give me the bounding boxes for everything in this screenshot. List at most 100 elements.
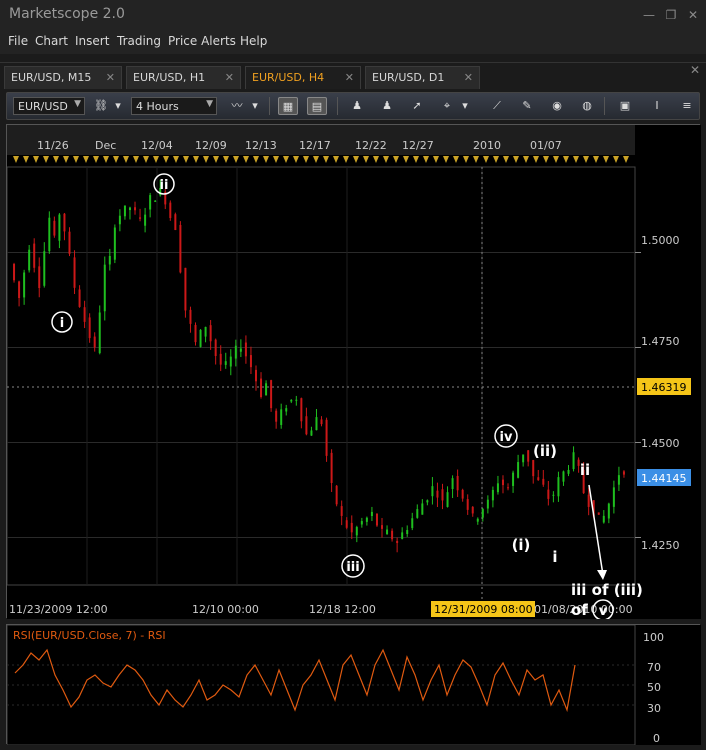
candle-body xyxy=(496,483,499,493)
cursor-icon[interactable]: ➚ xyxy=(407,97,427,115)
close-tab-icon[interactable]: ✕ xyxy=(225,71,234,84)
wave-label: i xyxy=(60,316,64,331)
wave-label: ii xyxy=(160,178,169,193)
candle-body xyxy=(224,361,227,365)
tab-eurusd-d1[interactable]: EUR/USD, D1 ✕ xyxy=(365,66,480,89)
chevron-down-icon[interactable]: ▾ xyxy=(459,97,471,115)
eye-icon[interactable]: ◉ xyxy=(547,97,567,115)
globe-icon[interactable]: ◍ xyxy=(577,97,597,115)
chevron-down-icon[interactable]: ▾ xyxy=(249,97,261,115)
indicator-toggle-icon[interactable]: ▤ xyxy=(307,97,327,115)
candle-body xyxy=(189,309,192,324)
candle-body xyxy=(134,207,137,211)
menu-price-alerts[interactable]: Price Alerts xyxy=(168,34,236,48)
close-tab-icon[interactable]: ✕ xyxy=(345,71,354,84)
close-icon[interactable]: ✕ xyxy=(686,8,700,22)
candle-body xyxy=(219,353,222,365)
rsi-tick-label: 100 xyxy=(643,631,664,644)
candle-body xyxy=(270,380,273,409)
last-price-label: 1.44145 xyxy=(641,472,687,485)
candle-body xyxy=(128,207,131,211)
grid-toggle-icon[interactable]: ▦ xyxy=(278,97,298,115)
price-chart-panel[interactable]: 11/26 Dec 12/04 12/09 12/13 12/17 12/22 … xyxy=(6,124,701,621)
candle-body xyxy=(401,532,404,539)
candle-body xyxy=(149,195,152,210)
restore-icon[interactable]: ❐ xyxy=(664,8,678,22)
tab-label: EUR/USD, D1 xyxy=(372,71,445,84)
candle-body xyxy=(103,264,106,312)
candle-body xyxy=(517,462,520,478)
candle-body xyxy=(386,529,389,535)
candle-body xyxy=(295,399,298,401)
menu-insert[interactable]: Insert xyxy=(75,34,109,48)
candle-body xyxy=(557,477,560,497)
wave-label: of xyxy=(571,601,588,619)
candle-body xyxy=(260,378,263,398)
line-tool-icon[interactable]: ⟋ xyxy=(487,97,507,115)
symbol-select[interactable]: EUR/USD ▼ xyxy=(13,97,85,115)
candle-body xyxy=(491,489,494,501)
menu-trading[interactable]: Trading xyxy=(117,34,161,48)
top-date-label: 12/22 xyxy=(355,139,387,152)
top-date-label: 2010 xyxy=(473,139,501,152)
candle-body xyxy=(93,336,96,348)
candle-body xyxy=(527,450,530,462)
wave-label: iii xyxy=(346,560,359,575)
candle-body xyxy=(244,342,247,357)
text-tool-icon[interactable]: I xyxy=(647,97,667,115)
crosshair-icon[interactable]: ⌖ xyxy=(437,97,457,115)
candle-body xyxy=(547,489,550,499)
chevron-down-icon[interactable]: ▾ xyxy=(112,97,124,115)
candle-body xyxy=(23,272,26,298)
close-tab-icon[interactable]: ✕ xyxy=(464,71,473,84)
candle-body xyxy=(234,345,237,359)
top-date-label: 12/09 xyxy=(195,139,227,152)
picture-icon[interactable]: ▣ xyxy=(615,97,635,115)
candle-body xyxy=(315,417,318,431)
candle-body xyxy=(476,518,479,522)
top-date-label: 12/27 xyxy=(402,139,434,152)
timeframe-select[interactable]: 4 Hours ▼ xyxy=(131,97,217,115)
candle-body xyxy=(139,217,142,219)
close-chart-icon[interactable]: ✕ xyxy=(690,63,700,77)
wave-label: (i) xyxy=(512,536,531,554)
candle-body xyxy=(466,499,469,510)
price-chart[interactable]: 11/26 Dec 12/04 12/09 12/13 12/17 12/22 … xyxy=(6,125,701,621)
candle-body xyxy=(396,540,399,543)
candle-body xyxy=(481,509,484,518)
candle-body xyxy=(280,409,283,425)
top-date-label: 12/04 xyxy=(141,139,173,152)
candle-body xyxy=(572,452,575,470)
candle-body xyxy=(33,243,36,268)
rsi-panel[interactable]: RSI(EUR/USD.Close, 7) - RSI 100 70 50 30… xyxy=(6,624,701,746)
link-icon[interactable]: ⛓ xyxy=(91,97,111,115)
rsi-tick-label: 30 xyxy=(647,702,661,715)
close-tab-icon[interactable]: ✕ xyxy=(106,71,115,84)
pencil-icon[interactable]: ✎ xyxy=(517,97,537,115)
minimize-icon[interactable]: — xyxy=(642,8,656,22)
candle-body xyxy=(209,325,212,342)
rsi-tick-label: 0 xyxy=(653,732,660,745)
menu-help[interactable]: Help xyxy=(240,34,267,48)
menu-icon[interactable]: ≡ xyxy=(677,97,697,115)
tab-eurusd-m15[interactable]: EUR/USD, M15 ✕ xyxy=(4,66,122,89)
candle-body xyxy=(441,489,444,501)
candle-body xyxy=(249,355,252,368)
candle-body xyxy=(28,249,31,271)
candle-body xyxy=(431,486,434,497)
candle-body xyxy=(113,227,116,260)
candle-body xyxy=(63,213,66,232)
candle-body xyxy=(214,339,217,356)
menu-chart[interactable]: Chart xyxy=(35,34,68,48)
add-indicator-icon[interactable]: ♟ xyxy=(347,97,367,115)
rsi-chart[interactable]: RSI(EUR/USD.Close, 7) - RSI 100 70 50 30… xyxy=(6,624,701,746)
candle-body xyxy=(285,408,288,412)
candle-body xyxy=(68,231,71,254)
tab-eurusd-h4[interactable]: EUR/USD, H4 ✕ xyxy=(245,66,361,89)
tab-eurusd-h1[interactable]: EUR/USD, H1 ✕ xyxy=(126,66,241,89)
remove-indicator-icon[interactable]: ♟ xyxy=(377,97,397,115)
candle-body xyxy=(597,512,600,515)
candle-body xyxy=(13,263,16,281)
menu-file[interactable]: File xyxy=(8,34,28,48)
chart-type-icon[interactable]: 〰 xyxy=(227,97,247,115)
